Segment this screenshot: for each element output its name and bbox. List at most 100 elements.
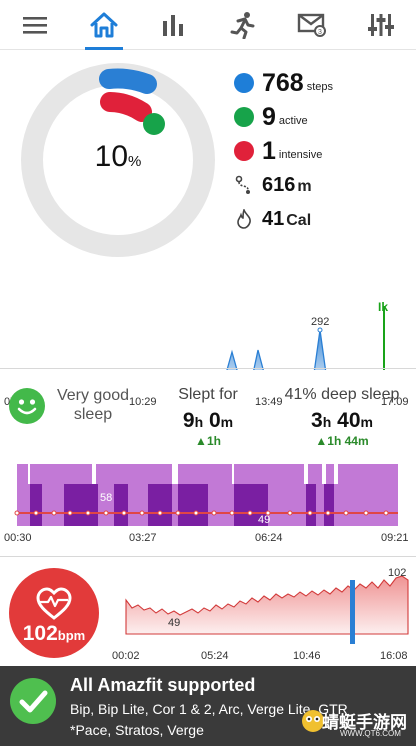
intensive-value: 1 (262, 136, 276, 165)
heart-rate-chart[interactable]: 49 102 00:02 05:24 10:46 16:08 (110, 558, 416, 668)
heart-rate-badge: 102bpm (9, 568, 99, 658)
sleep-hr-point (325, 510, 331, 516)
awake-gap (322, 464, 326, 484)
goal-marker-label: Ik (378, 300, 389, 314)
deep-delta: 1h 44m (327, 434, 369, 448)
active-label: active (278, 115, 308, 127)
calories-unit: Cal (286, 212, 312, 229)
banner-devices-line-2: *Pace, Stratos, Verge (70, 722, 204, 738)
heart-rate-value: 102 (22, 622, 58, 645)
awake-gap (172, 464, 178, 484)
slept-delta: 1h (206, 434, 221, 448)
watermark-url: WWW.QT6.COM (340, 729, 401, 738)
activity-stats: 768 steps 9 active 1 intensive 616 m 41 … (234, 66, 414, 236)
sleep-chart[interactable]: 58 49 00:30 03:27 06:24 09:21 (0, 460, 416, 554)
sleep-hr-point (343, 510, 349, 516)
nav-tab-notifications[interactable]: 3 (277, 0, 346, 49)
banner-title: All Amazfit supported (70, 675, 256, 695)
deep-sleep-block (64, 484, 98, 526)
sleep-hr-point (287, 510, 293, 516)
mail-icon: 3 (297, 13, 326, 37)
goal-ring[interactable]: 10% (18, 60, 218, 260)
awake-gap (28, 464, 30, 484)
deep-minutes: 40 (337, 409, 361, 432)
heart-x-tick: 00:02 (112, 650, 140, 662)
sleep-hr-point (103, 510, 109, 516)
heart-rate-section[interactable]: 102bpm 49 102 00:02 05:24 10:46 16:08 (0, 558, 416, 668)
stat-active[interactable]: 9 active (234, 100, 414, 134)
deep-sleep-block (114, 484, 128, 526)
slept-hours-unit: h (194, 414, 204, 430)
divider (0, 556, 416, 557)
sleep-hr-point (211, 510, 217, 516)
sleep-x-tick: 03:27 (129, 532, 157, 544)
awake-gap (232, 464, 234, 484)
sleep-hr-point (67, 510, 73, 516)
sleep-hr-point (157, 510, 163, 516)
sleep-hr-point (229, 510, 235, 516)
nav-tab-home[interactable] (69, 0, 138, 50)
stat-calories[interactable]: 41 Cal (234, 202, 414, 236)
slept-title: Slept for (178, 386, 238, 403)
sleep-hr-point (175, 510, 181, 516)
heart-x-tick: 10:46 (293, 650, 321, 662)
sleep-section[interactable]: Very good sleep Slept for 9h 0m ▲1h 41% … (0, 372, 416, 554)
intensive-label: intensive (278, 149, 323, 161)
sleep-hr-point (139, 510, 145, 516)
sleep-hr-max-label: 58 (100, 492, 113, 504)
steps-value: 768 (262, 68, 304, 97)
sleep-hr-min-label: 49 (258, 514, 271, 526)
deep-sleep-block (324, 484, 334, 526)
steps-point (317, 327, 323, 333)
deep-title: 41% deep sleep (284, 386, 400, 403)
heart-min-label: 49 (168, 617, 181, 629)
sleep-quality: Very good sleep (56, 387, 130, 423)
up-arrow-icon: ▲ (195, 434, 207, 448)
sleep-hr-point (121, 510, 127, 516)
slept-minutes: 0 (208, 409, 221, 432)
divider (0, 368, 416, 369)
running-icon (230, 11, 255, 39)
steps-label: steps (306, 81, 334, 93)
sleep-x-tick: 06:24 (255, 532, 283, 544)
distance-unit: m (297, 178, 312, 195)
slept-for: Slept for 9h 0m ▲1h (160, 386, 256, 448)
watermark: 蜻蜓手游网 WWW.QT6.COM (300, 704, 412, 742)
nav-tab-settings[interactable] (347, 0, 416, 49)
menu-button[interactable] (0, 0, 69, 49)
activity-section: 10% 768 steps 9 active 1 intensive 616 m… (0, 52, 416, 408)
deep-minutes-unit: m (360, 414, 373, 430)
stat-distance[interactable]: 616 m (234, 168, 414, 202)
sleep-hr-point (51, 510, 57, 516)
distance-value: 616 (262, 173, 296, 196)
nav-tab-activity[interactable] (208, 0, 277, 49)
support-banner[interactable]: All Amazfit supported Bip, Bip Lite, Cor… (0, 666, 416, 746)
svg-text:3: 3 (318, 29, 322, 36)
steps-peak-label: 292 (311, 316, 330, 328)
stat-steps[interactable]: 768 steps (234, 66, 414, 100)
slept-hours: 9 (182, 409, 195, 432)
heart-max-label: 102 (388, 567, 407, 579)
deep-sleep-block (306, 484, 316, 526)
route-icon (234, 175, 254, 195)
sleep-hr-point (14, 510, 20, 516)
stat-intensive[interactable]: 1 intensive (234, 134, 414, 168)
steps-chart-graphic (15, 306, 403, 391)
heart-rate-unit: bpm (57, 628, 86, 643)
deep-sleep-block (30, 484, 42, 526)
steps-chart[interactable]: 292 Ik 07:09 10:29 13:49 17:09 (0, 244, 416, 408)
checkmark-icon (10, 678, 56, 724)
sleep-x-tick: 09:21 (381, 532, 409, 544)
deep-sleep-block (148, 484, 172, 526)
calories-value: 41 (262, 207, 285, 230)
deep-hours: 3 (311, 409, 323, 432)
sleep-hr-point (193, 510, 199, 516)
nav-tab-stats[interactable] (139, 0, 208, 49)
awake-gap (92, 464, 96, 484)
sliders-icon (368, 13, 395, 36)
home-icon (90, 12, 118, 37)
deep-hours-unit: h (322, 414, 332, 430)
sleep-hr-point (85, 510, 91, 516)
deep-sleep: 41% deep sleep 3h 40m ▲1h 44m (276, 386, 408, 448)
goal-percent: 10% (94, 140, 142, 173)
